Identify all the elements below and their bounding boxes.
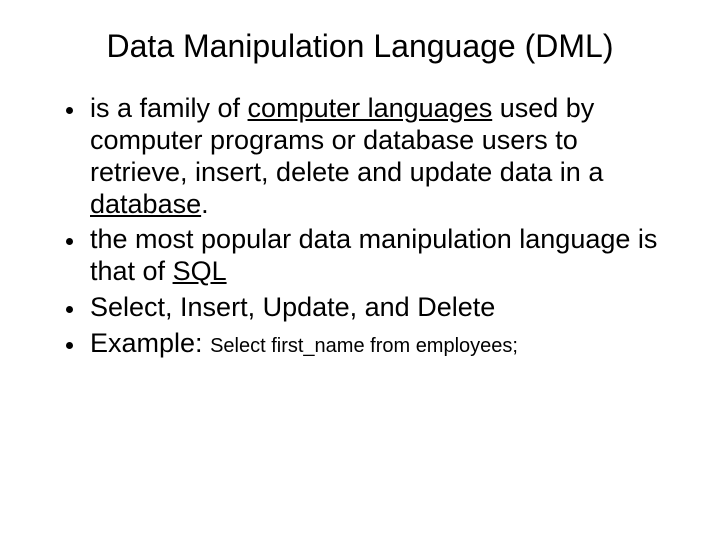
list-item: Select, Insert, Update, and Delete [86, 292, 672, 324]
list-item: the most popular data manipulation langu… [86, 224, 672, 288]
list-item: Example: Select first_name from employee… [86, 328, 672, 360]
link-sql[interactable]: SQL [173, 256, 227, 286]
code-example: Select first_name from employees; [210, 335, 518, 357]
slide-title: Data Manipulation Language (DML) [48, 28, 672, 65]
list-item: is a family of computer languages used b… [86, 93, 672, 220]
text: Select, Insert, Update, and Delete [90, 292, 495, 322]
link-computer-languages[interactable]: computer languages [248, 93, 493, 123]
text: . [201, 189, 209, 219]
slide: Data Manipulation Language (DML) is a fa… [0, 0, 720, 540]
text: is a family of [90, 93, 248, 123]
link-database[interactable]: database [90, 189, 201, 219]
text: Example: [90, 328, 210, 358]
bullet-list: is a family of computer languages used b… [58, 93, 672, 360]
